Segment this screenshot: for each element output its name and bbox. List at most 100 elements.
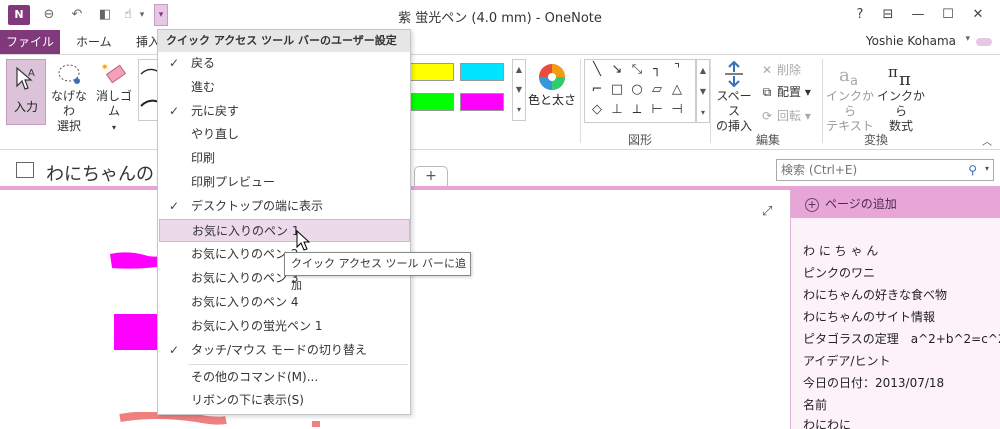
svg-text:π: π — [899, 69, 911, 87]
search-input[interactable] — [777, 160, 947, 180]
rectangle-shape-icon[interactable]: □ — [609, 82, 625, 98]
highlighter-magenta[interactable] — [460, 93, 504, 111]
rotate-button[interactable]: ⟳ 回転 ▾ — [760, 107, 811, 124]
menu-item-favorite-highlighter-1[interactable]: お気に入りの蛍光ペン 1 — [159, 315, 410, 338]
line-shape-icon[interactable]: ╲ — [589, 62, 605, 78]
ink-to-math-icon: π π — [888, 63, 911, 87]
double-arrow-shape-icon[interactable]: ⤡ — [629, 62, 645, 78]
page-item[interactable]: わにちゃんのサイト情報 — [803, 308, 935, 325]
page-item[interactable]: アイデア/ヒント — [803, 352, 890, 369]
scroll-up-icon[interactable]: ▲ — [513, 60, 525, 80]
arrange-icon: ⧉ — [762, 85, 772, 99]
scroll-up-icon[interactable]: ▲ — [697, 60, 709, 81]
ribbon-display-options-button[interactable]: ⊟ — [874, 4, 902, 26]
arrow-shape-icon[interactable]: ↘ — [609, 62, 625, 78]
elbow-shape-icon[interactable]: ⌐ — [589, 82, 605, 98]
menu-item-favorite-pen-4[interactable]: お気に入りのペン 4 — [159, 291, 410, 314]
input-tool-label: 入力 — [13, 100, 38, 114]
menu-item-dock-desktop[interactable]: ✓ デスクトップの端に表示 — [159, 195, 410, 218]
minimize-button[interactable]: — — [904, 4, 932, 26]
ink-to-math-label-1: インクから — [876, 89, 925, 118]
user-name[interactable]: Yoshie Kohama — [866, 34, 956, 48]
checkmark-icon: ✓ — [169, 343, 180, 357]
scroll-down-icon[interactable]: ▼ — [697, 81, 709, 102]
search-icon[interactable]: ⚲ — [968, 163, 977, 177]
lasso-label-line1: なげなわ — [50, 89, 87, 118]
tab-file[interactable]: ファイル — [0, 30, 60, 54]
scroll-down-icon[interactable]: ▼ — [513, 80, 525, 100]
add-page-button[interactable]: + ページの追加 — [791, 190, 1000, 218]
notebook-icon[interactable] — [16, 162, 34, 178]
gallery-more-icon[interactable]: ▾ — [697, 102, 709, 123]
page-item[interactable]: わ に ち ゃ ん — [803, 242, 878, 259]
graph-shape-icon[interactable]: ⊢ — [649, 102, 665, 118]
axis-shape-icon[interactable]: ⊥ — [609, 102, 625, 118]
menu-item-touch-mouse-mode[interactable]: ✓ タッチ/マウス モードの切り替え — [159, 339, 410, 362]
mouse-cursor-icon — [296, 230, 311, 251]
page-item[interactable]: わにちゃんの好きな食べ物 — [803, 286, 947, 303]
parallelogram-shape-icon[interactable]: ▱ — [649, 82, 665, 98]
arrange-button[interactable]: ⧉ 配置 ▾ — [760, 83, 811, 100]
insert-space-button[interactable]: スペース の挿入 — [712, 59, 756, 134]
menu-item-more-commands[interactable]: その他のコマンド(M)... — [159, 366, 410, 389]
checkmark-icon: ✓ — [169, 199, 180, 213]
ink-to-math-button[interactable]: π π インクから 数式 — [876, 59, 926, 134]
menu-item-print[interactable]: 印刷 — [159, 147, 410, 170]
add-page-icon: + — [805, 198, 819, 212]
corner-shape-icon[interactable]: ┐ — [649, 62, 665, 78]
ink-stroke-magenta-2[interactable] — [114, 314, 160, 350]
highlighter-yellow[interactable] — [410, 63, 454, 81]
shapes-group-label: 図形 — [627, 133, 652, 147]
delete-button[interactable]: ✕ 削除 — [760, 61, 801, 78]
menu-item-favorite-pen-1[interactable]: お気に入りのペン 1 — [159, 219, 410, 242]
add-section-button[interactable]: + — [414, 166, 448, 186]
tooltip: クイック アクセス ツール バーに追加 — [284, 252, 471, 292]
avatar[interactable] — [976, 38, 992, 46]
menu-item-redo[interactable]: やり直し — [159, 123, 410, 146]
shapes-gallery[interactable]: ╲ ↘ ⤡ ┐ ⌝ ⌐ □ ○ ▱ △ ◇ ⊥ ⟂ ⊢ ⊣ — [584, 59, 696, 123]
page-item[interactable]: ピタゴラスの定理 a^2+b^2=c^2 — [803, 330, 1000, 347]
menu-item-undo[interactable]: ✓ 元に戻す — [159, 100, 410, 123]
page-item[interactable]: 名前 — [803, 396, 827, 413]
add-page-label: ページの追加 — [825, 197, 897, 211]
shapes-gallery-scroll[interactable]: ▲ ▼ ▾ — [696, 59, 710, 123]
color-and-width-button[interactable]: 色と太さ — [528, 61, 576, 108]
maximize-button[interactable]: ☐ — [934, 4, 962, 26]
menu-separator — [188, 364, 408, 365]
corner-arrow-shape-icon[interactable]: ⌝ — [669, 62, 685, 78]
pen-thin-stroke-icon — [140, 68, 160, 107]
ellipse-shape-icon[interactable]: ○ — [629, 82, 645, 98]
menu-item-print-preview[interactable]: 印刷プレビュー — [159, 171, 410, 194]
page-item[interactable]: ピンクのワニ — [803, 264, 875, 281]
user-chevron-icon[interactable]: ▾ — [965, 34, 970, 44]
eraser-button[interactable]: ✷ 消しゴム ▾ — [92, 59, 136, 135]
search-scope-chevron-icon[interactable]: ▾ — [985, 164, 989, 173]
expand-icon[interactable]: ⤢ — [762, 204, 772, 219]
ink-to-text-button[interactable]: a a インクから テキスト — [826, 59, 874, 134]
triangle-shape-icon[interactable]: △ — [669, 82, 685, 98]
page-item[interactable]: わにわに — [803, 416, 851, 429]
menu-item-show-below-ribbon[interactable]: リボンの下に表示(S) — [159, 389, 410, 412]
gallery-more-icon[interactable]: ▾ — [513, 100, 525, 120]
diamond-shape-icon[interactable]: ◇ — [589, 102, 605, 118]
color-width-label: 色と太さ — [528, 93, 577, 107]
eraser-chevron-icon[interactable]: ▾ — [112, 123, 116, 132]
help-button[interactable]: ? — [846, 4, 874, 26]
graph-2-shape-icon[interactable]: ⊣ — [669, 102, 685, 118]
menu-item-forward[interactable]: 進む — [159, 76, 410, 99]
lasso-select-button[interactable]: なげなわ 選択 — [48, 59, 90, 134]
highlighter-cyan[interactable] — [460, 63, 504, 81]
menu-item-back[interactable]: ✓ 戻る — [159, 52, 410, 75]
tab-home[interactable]: ホーム — [64, 30, 124, 54]
collapse-ribbon-icon[interactable]: ︿ — [982, 133, 992, 148]
axis-3d-shape-icon[interactable]: ⟂ — [629, 102, 645, 118]
search-box[interactable]: ⚲ ▾ — [776, 159, 994, 181]
page-item[interactable]: 今日の日付：2013/07/18 — [803, 374, 944, 391]
lasso-icon — [58, 64, 80, 84]
highlighter-green[interactable] — [410, 93, 454, 111]
checkmark-icon: ✓ — [169, 56, 180, 70]
close-button[interactable]: ✕ — [964, 4, 992, 26]
input-tool-button[interactable]: A 入力 — [6, 59, 46, 125]
notebook-bar: わにちゃんのノー + ⚲ ▾ — [0, 150, 1000, 190]
pen-gallery-scroll[interactable]: ▲ ▼ ▾ — [512, 59, 526, 121]
